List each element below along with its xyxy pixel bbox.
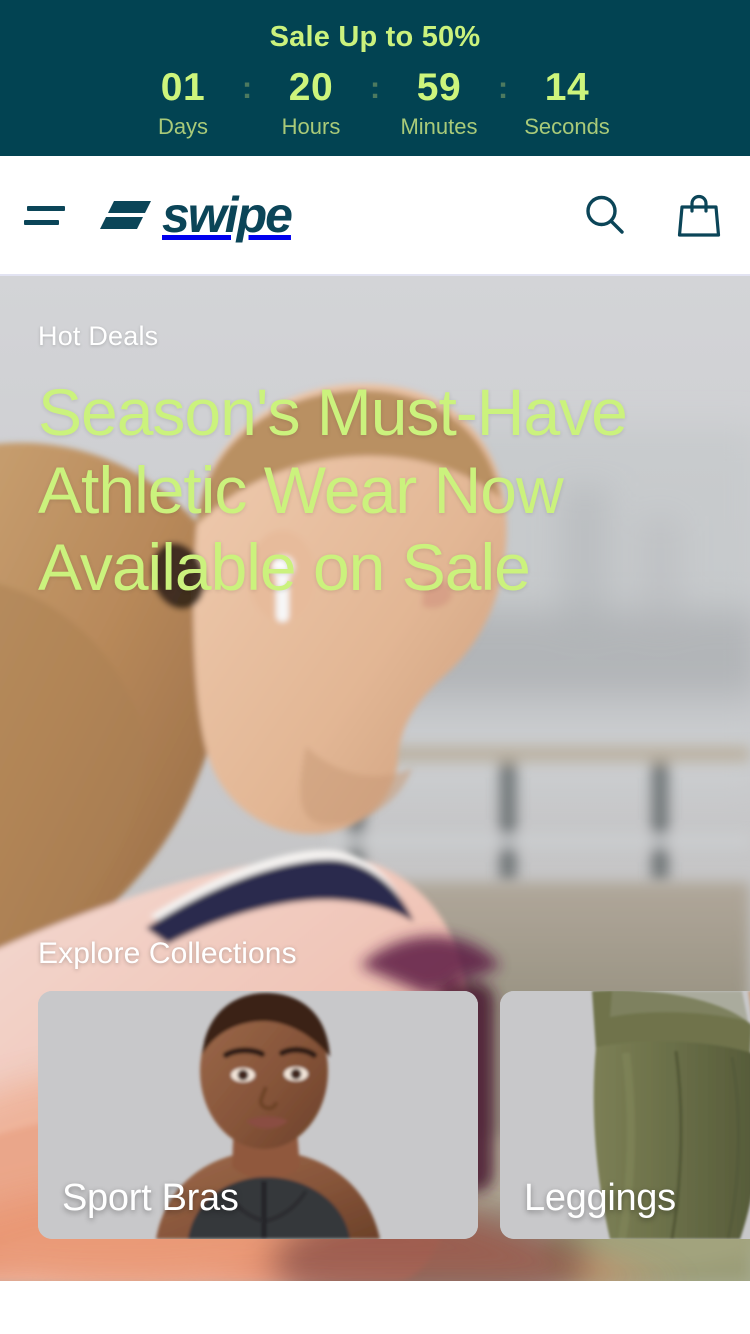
hero-title-line: Athletic Wear Now: [38, 452, 564, 527]
countdown-days-label: Days: [157, 113, 209, 139]
announcement-bar: Sale Up to 50% 01 Days : 20 Hours : 59 M…: [0, 0, 750, 156]
hero-title: Season's Must-Have Athletic Wear Now Ava…: [38, 374, 720, 608]
collection-card-leggings[interactable]: Leggings: [500, 991, 750, 1239]
countdown-seconds-label: Seconds: [524, 113, 610, 139]
countdown-hours-label: Hours: [281, 113, 341, 139]
brand-logo[interactable]: swipe: [98, 187, 293, 243]
countdown-hours-value: 20: [288, 65, 334, 109]
header-actions: [580, 190, 724, 240]
collections-carousel[interactable]: Sport Bras Leggings: [38, 991, 750, 1239]
collection-card-sport-bras[interactable]: Sport Bras: [38, 991, 478, 1239]
countdown-timer: 01 Days : 20 Hours : 59 Minutes : 14 Sec…: [131, 68, 619, 138]
hero-title-line: Season's Must-Have: [38, 374, 628, 449]
search-icon[interactable]: [580, 190, 630, 240]
countdown-days-value: 01: [160, 65, 206, 109]
countdown-separator: :: [369, 69, 381, 105]
countdown-seconds-value: 14: [544, 65, 590, 109]
countdown-unit-hours: 20 Hours: [259, 68, 363, 138]
hero-banner[interactable]: Hot Deals Season's Must-Have Athletic We…: [0, 276, 750, 1281]
header-left-group: swipe: [24, 187, 293, 243]
brand-wordmark: swipe: [162, 187, 293, 243]
collections-heading: Explore Collections: [38, 937, 297, 970]
countdown-minutes-label: Minutes: [400, 113, 478, 139]
hero-text-block: Hot Deals Season's Must-Have Athletic We…: [0, 276, 750, 607]
hero-title-line: Available on Sale: [38, 530, 531, 605]
countdown-separator: :: [241, 69, 253, 105]
hamburger-icon[interactable]: [24, 200, 65, 230]
site-header: swipe: [0, 156, 750, 276]
collection-label: Leggings: [524, 1177, 676, 1219]
countdown-unit-days: 01 Days: [131, 68, 235, 138]
sale-headline: Sale Up to 50%: [269, 21, 481, 53]
explore-collections-section: Explore Collections Sport Bras Leggings: [0, 937, 750, 1239]
hamburger-bar-top: [27, 205, 65, 211]
hero-eyebrow: Hot Deals: [38, 321, 159, 351]
countdown-unit-minutes: 59 Minutes: [387, 68, 491, 138]
collection-label: Sport Bras: [62, 1177, 239, 1219]
swipe-logo-mark-icon: [98, 193, 153, 237]
hamburger-bar-bottom: [24, 219, 59, 225]
countdown-unit-seconds: 14 Seconds: [515, 68, 619, 138]
countdown-minutes-value: 59: [416, 65, 462, 109]
shopping-bag-icon[interactable]: [674, 190, 724, 240]
countdown-separator: :: [497, 69, 509, 105]
